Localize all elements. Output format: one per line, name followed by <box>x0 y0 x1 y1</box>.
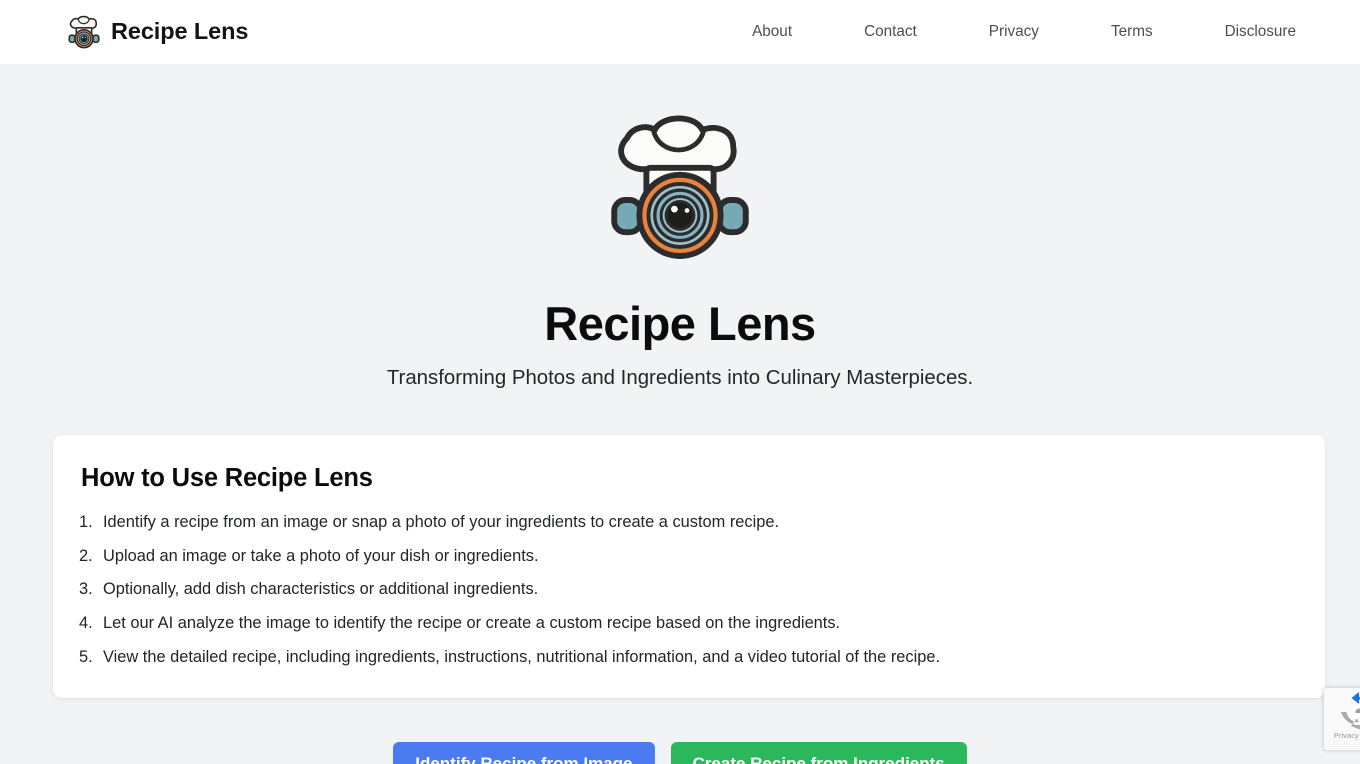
site-header: Recipe Lens About Contact Privacy Terms … <box>0 0 1360 64</box>
page-subtitle: Transforming Photos and Ingredients into… <box>386 366 974 389</box>
nav-link-disclosure[interactable]: Disclosure <box>1225 16 1296 47</box>
hero-section: Recipe Lens Transforming Photos and Ingr… <box>0 64 1360 391</box>
hero-chef-camera-logo-icon <box>610 102 750 270</box>
recaptcha-icon <box>1339 692 1360 732</box>
create-recipe-button[interactable]: Create Recipe from Ingredients <box>670 741 967 764</box>
nav-link-about[interactable]: About <box>752 16 792 47</box>
nav-link-privacy[interactable]: Privacy <box>989 16 1039 47</box>
page-body: Recipe Lens Transforming Photos and Ingr… <box>0 64 1360 764</box>
identify-recipe-button[interactable]: Identify Recipe from Image <box>393 741 655 764</box>
how-to-use-title: How to Use Recipe Lens <box>81 464 373 493</box>
list-item: Upload an image or take a photo of your … <box>79 545 539 567</box>
chef-camera-logo-icon <box>68 14 100 50</box>
list-item: View the detailed recipe, including ingr… <box>79 646 941 668</box>
nav-link-contact[interactable]: Contact <box>864 16 917 47</box>
primary-navigation: About Contact Privacy Terms Disclosure <box>752 16 1296 47</box>
brand-name: Recipe Lens <box>111 18 249 45</box>
recaptcha-privacy-terms[interactable]: Privacy - Terms <box>1324 732 1360 740</box>
list-item: Identify a recipe from an image or snap … <box>79 511 780 533</box>
brand-logo-link[interactable]: Recipe Lens <box>68 14 248 50</box>
list-item: Let our AI analyze the image to identify… <box>79 612 841 634</box>
nav-link-terms[interactable]: Terms <box>1111 16 1153 47</box>
how-to-use-steps: Identify a recipe from an image or snap … <box>79 511 1295 668</box>
list-item: Optionally, add dish characteristics or … <box>79 578 539 600</box>
action-buttons: Identify Recipe from Image Create Recipe… <box>0 741 1360 764</box>
page-title: Recipe Lens <box>544 297 816 350</box>
how-to-use-card: How to Use Recipe Lens Identify a recipe… <box>53 435 1325 698</box>
recaptcha-badge[interactable]: Privacy - Terms <box>1324 688 1360 750</box>
